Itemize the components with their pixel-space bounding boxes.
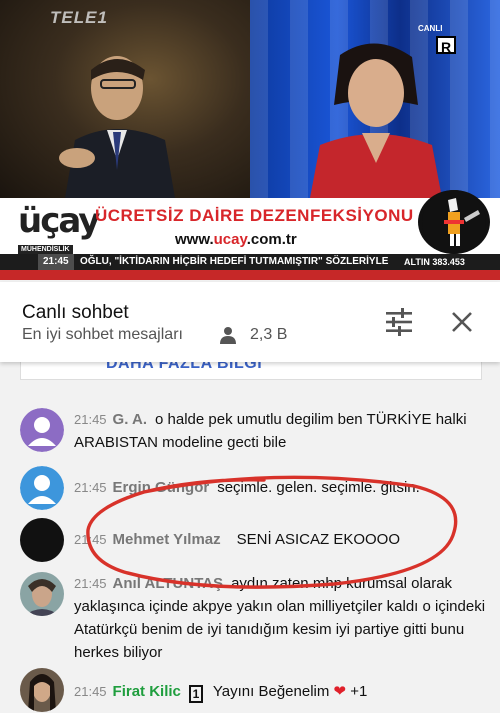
message-text: Yayını Beğenelim — [212, 683, 330, 700]
banner-url: www.ucay.com.tr — [175, 231, 297, 248]
video-player[interactable]: TELE1 CANLI R üçay MÜHENDİSLİK ÜCRETSİZ … — [0, 0, 500, 280]
message-text: seçimle. gelen. seçimle. gitsin. — [217, 479, 420, 496]
chat-header: Canlı sohbet En iyi sohbet mesajları 2,3… — [0, 282, 500, 362]
avatar[interactable] — [20, 572, 64, 616]
avatar[interactable] — [20, 668, 64, 712]
live-tag: CANLI — [418, 24, 443, 33]
video-right-pane — [250, 0, 500, 198]
progress-bar[interactable] — [0, 270, 500, 280]
author-name[interactable]: Mehmet Yılmaz — [113, 531, 221, 548]
ticker-text: OĞLU, "İKTİDARIN HİÇBİR HEDEFİ TUTMAMIŞT… — [80, 256, 389, 267]
author-name[interactable]: Anıl ALTUNTAŞ — [113, 575, 224, 592]
author-name[interactable]: Ergin Güngör — [113, 479, 210, 496]
channel-logo: TELE1 — [50, 8, 108, 27]
viewer-count: 2,3 B — [250, 326, 288, 343]
chat-mode-selector[interactable]: En iyi sohbet mesajları — [22, 326, 183, 344]
author-name[interactable]: Firat Kilic — [113, 683, 181, 700]
more-info-link[interactable]: DAHA FAZLA BİLGİ — [106, 362, 262, 373]
rating-badge: R — [436, 36, 456, 55]
chat-title: Canlı sohbet — [22, 302, 129, 323]
heart-icon: ❤ — [333, 683, 347, 700]
person-icon — [220, 327, 236, 344]
sliders-icon[interactable] — [384, 308, 414, 336]
mascot-icon — [418, 190, 490, 254]
close-icon[interactable] — [450, 310, 474, 334]
avatar[interactable] — [20, 466, 64, 510]
chat-messages[interactable]: DAHA FAZLA BİLGİ 21:45 G. A. o halde pek u… — [0, 362, 500, 713]
news-ticker: 21:45 OĞLU, "İKTİDARIN HİÇBİR HEDEFİ TUT… — [0, 254, 500, 270]
author-name[interactable]: G. A. — [113, 411, 147, 428]
presenter-silhouette — [310, 43, 442, 198]
message-text: SENİ ASICAZ EKOOOO — [236, 531, 401, 548]
avatar[interactable] — [20, 518, 64, 562]
speaker-silhouette — [59, 56, 175, 198]
brand-logo: üçay MÜHENDİSLİK — [18, 201, 100, 254]
message-suffix: +1 — [350, 683, 368, 700]
video-left-pane: TELE1 — [0, 0, 250, 198]
ticker-gold: ALTIN 383.453 — [400, 254, 469, 270]
member-badge: 1 — [188, 685, 203, 703]
ad-banner: üçay MÜHENDİSLİK ÜCRETSİZ DAİRE DEZENFEK… — [0, 190, 500, 254]
avatar[interactable] — [20, 408, 64, 452]
ticker-time: 21:45 — [38, 254, 74, 270]
banner-title: ÜCRETSİZ DAİRE DEZENFEKSİYONU — [95, 206, 414, 225]
